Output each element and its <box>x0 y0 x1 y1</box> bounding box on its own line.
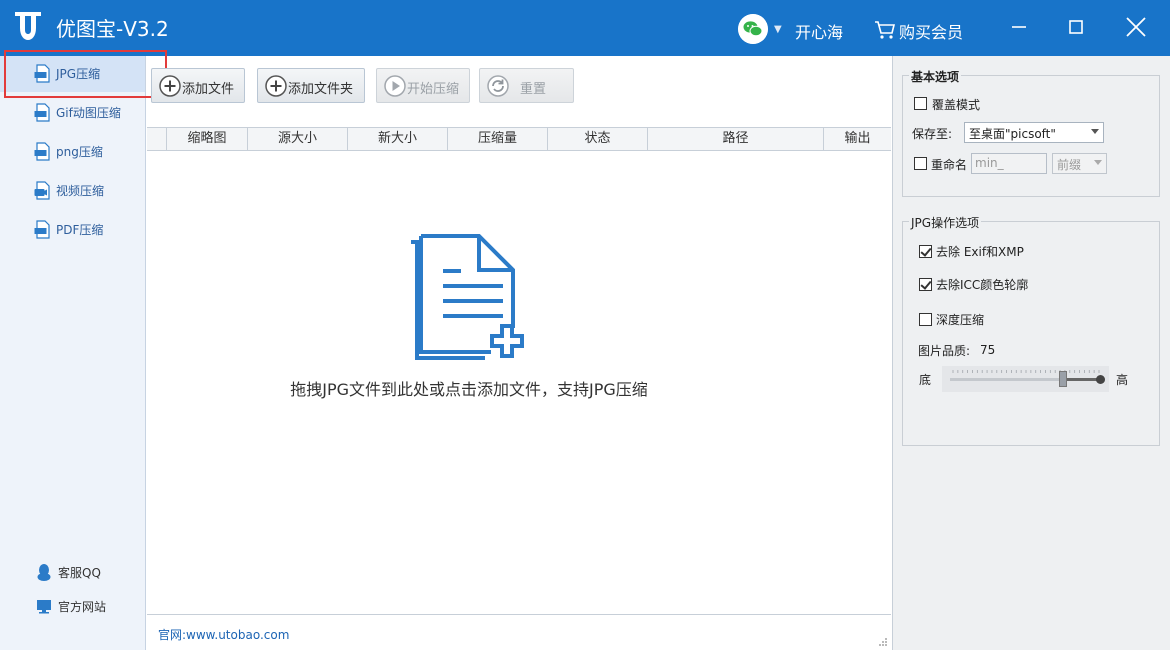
quality-value: 75 <box>980 343 996 357</box>
resize-grip-icon[interactable] <box>878 637 888 647</box>
add-document-icon <box>411 234 524 360</box>
status-footer: 官网:www.utobao.com <box>147 614 891 650</box>
sidebar-item-pdf[interactable]: PDF压缩 <box>0 212 145 248</box>
png-file-icon <box>34 142 50 161</box>
monitor-icon <box>37 600 51 614</box>
column-header-source-size[interactable]: 源大小 <box>248 128 348 150</box>
column-header-output[interactable]: 输出 <box>824 128 891 150</box>
deep-compress-label: 深度压缩 <box>936 313 985 327</box>
sidebar-item-gif[interactable]: Gif动图压缩 <box>0 95 145 131</box>
play-circle-icon <box>384 75 406 97</box>
slider-ticks <box>952 370 1100 373</box>
add-file-label: 添加文件 <box>182 82 235 97</box>
close-icon[interactable] <box>1121 12 1151 42</box>
title-bar: 优图宝-V3.2 ▼ 开心海 购买会员 <box>0 0 1170 56</box>
rename-checkbox[interactable] <box>914 157 927 170</box>
add-folder-button[interactable]: 添加文件夹 <box>257 68 365 103</box>
chevron-down-icon <box>1091 129 1099 134</box>
sidebar-item-label: png压缩 <box>56 145 103 159</box>
refresh-circle-icon <box>487 75 509 97</box>
minimize-icon[interactable] <box>1004 12 1034 42</box>
add-file-button[interactable]: 添加文件 <box>151 68 245 103</box>
gif-file-icon <box>34 103 50 122</box>
slider-fill <box>1062 378 1100 381</box>
column-header-thumbnail[interactable]: 缩略图 <box>167 128 248 150</box>
quality-high-label: 高 <box>1116 373 1129 387</box>
remove-exif-label: 去除 Exif和XMP <box>936 245 1024 259</box>
sidebar-item-label: PDF压缩 <box>56 223 104 237</box>
slider-thumb[interactable] <box>1058 371 1067 387</box>
chevron-down-icon <box>1094 160 1102 165</box>
buy-membership-link[interactable]: 购买会员 <box>899 19 963 43</box>
account-dropdown-icon[interactable]: ▼ <box>774 24 782 35</box>
maximize-icon[interactable] <box>1061 12 1091 42</box>
overwrite-mode-checkbox[interactable] <box>914 97 927 110</box>
jpg-options-title: JPG操作选项 <box>909 214 982 231</box>
sidebar: JPG压缩 Gif动图压缩 png压缩 视频压缩 PDF压缩 客服QQ 官方网站 <box>0 56 146 650</box>
basic-options-title: 基本选项 <box>909 68 962 85</box>
deep-compress-checkbox[interactable] <box>919 313 932 326</box>
rename-label: 重命名 <box>931 158 968 172</box>
sidebar-item-label: Gif动图压缩 <box>56 106 121 120</box>
column-header-path[interactable]: 路径 <box>648 128 824 150</box>
app-logo-icon <box>15 12 41 40</box>
save-to-select[interactable]: 至桌面"picsoft" <box>964 122 1104 143</box>
overwrite-mode-label: 覆盖模式 <box>932 98 981 112</box>
column-header-status[interactable]: 状态 <box>548 128 648 150</box>
customer-service-qq[interactable]: 客服QQ <box>0 559 145 585</box>
column-header-compression[interactable]: 压缩量 <box>448 128 548 150</box>
remove-exif-checkbox[interactable] <box>919 245 932 258</box>
quality-low-label: 底 <box>919 373 932 387</box>
cart-icon[interactable] <box>874 20 896 40</box>
quality-label: 图片品质: <box>918 344 971 358</box>
sidebar-item-label: JPG压缩 <box>56 67 101 81</box>
column-header-new-size[interactable]: 新大小 <box>348 128 448 150</box>
start-compress-button[interactable]: 开始压缩 <box>376 68 470 103</box>
rename-position-value: 前缀 <box>1057 158 1082 172</box>
sidebar-bottom-label: 官方网站 <box>58 600 107 614</box>
column-header-blank <box>147 128 167 150</box>
rename-position-select[interactable]: 前缀 <box>1052 153 1107 174</box>
plus-circle-icon <box>265 75 287 97</box>
official-website[interactable]: 官方网站 <box>0 593 145 619</box>
sidebar-item-label: 视频压缩 <box>56 184 105 198</box>
jpg-file-icon <box>34 64 50 83</box>
wechat-icon[interactable] <box>738 14 768 44</box>
reset-button[interactable]: 重置 <box>479 68 574 103</box>
official-site-link[interactable]: 官网:www.utobao.com <box>158 626 289 643</box>
video-file-icon <box>34 181 50 200</box>
empty-hint-text: 拖拽JPG文件到此处或点击添加文件，支持JPG压缩 <box>290 380 648 399</box>
sidebar-item-jpg[interactable]: JPG压缩 <box>0 56 145 92</box>
save-to-value: 至桌面"picsoft" <box>969 127 1056 141</box>
start-compress-label: 开始压缩 <box>407 82 460 97</box>
sidebar-bottom-label: 客服QQ <box>58 566 101 580</box>
sidebar-item-video[interactable]: 视频压缩 <box>0 173 145 209</box>
qq-penguin-icon <box>37 564 51 581</box>
app-title: 优图宝-V3.2 <box>56 17 169 41</box>
file-table-header: 缩略图 源大小 新大小 压缩量 状态 路径 输出 <box>147 127 891 151</box>
save-to-label: 保存至: <box>912 127 953 141</box>
remove-icc-checkbox[interactable] <box>919 278 932 291</box>
reset-label: 重置 <box>520 82 547 97</box>
plus-circle-icon <box>159 75 181 97</box>
slider-end-dot <box>1096 375 1105 384</box>
remove-icc-label: 去除ICC颜色轮廓 <box>936 278 1029 292</box>
user-name[interactable]: 开心海 <box>795 19 843 43</box>
add-folder-label: 添加文件夹 <box>288 82 354 97</box>
rename-prefix-input[interactable]: min_ <box>971 153 1047 174</box>
sidebar-item-png[interactable]: png压缩 <box>0 134 145 170</box>
pdf-file-icon <box>34 220 50 239</box>
